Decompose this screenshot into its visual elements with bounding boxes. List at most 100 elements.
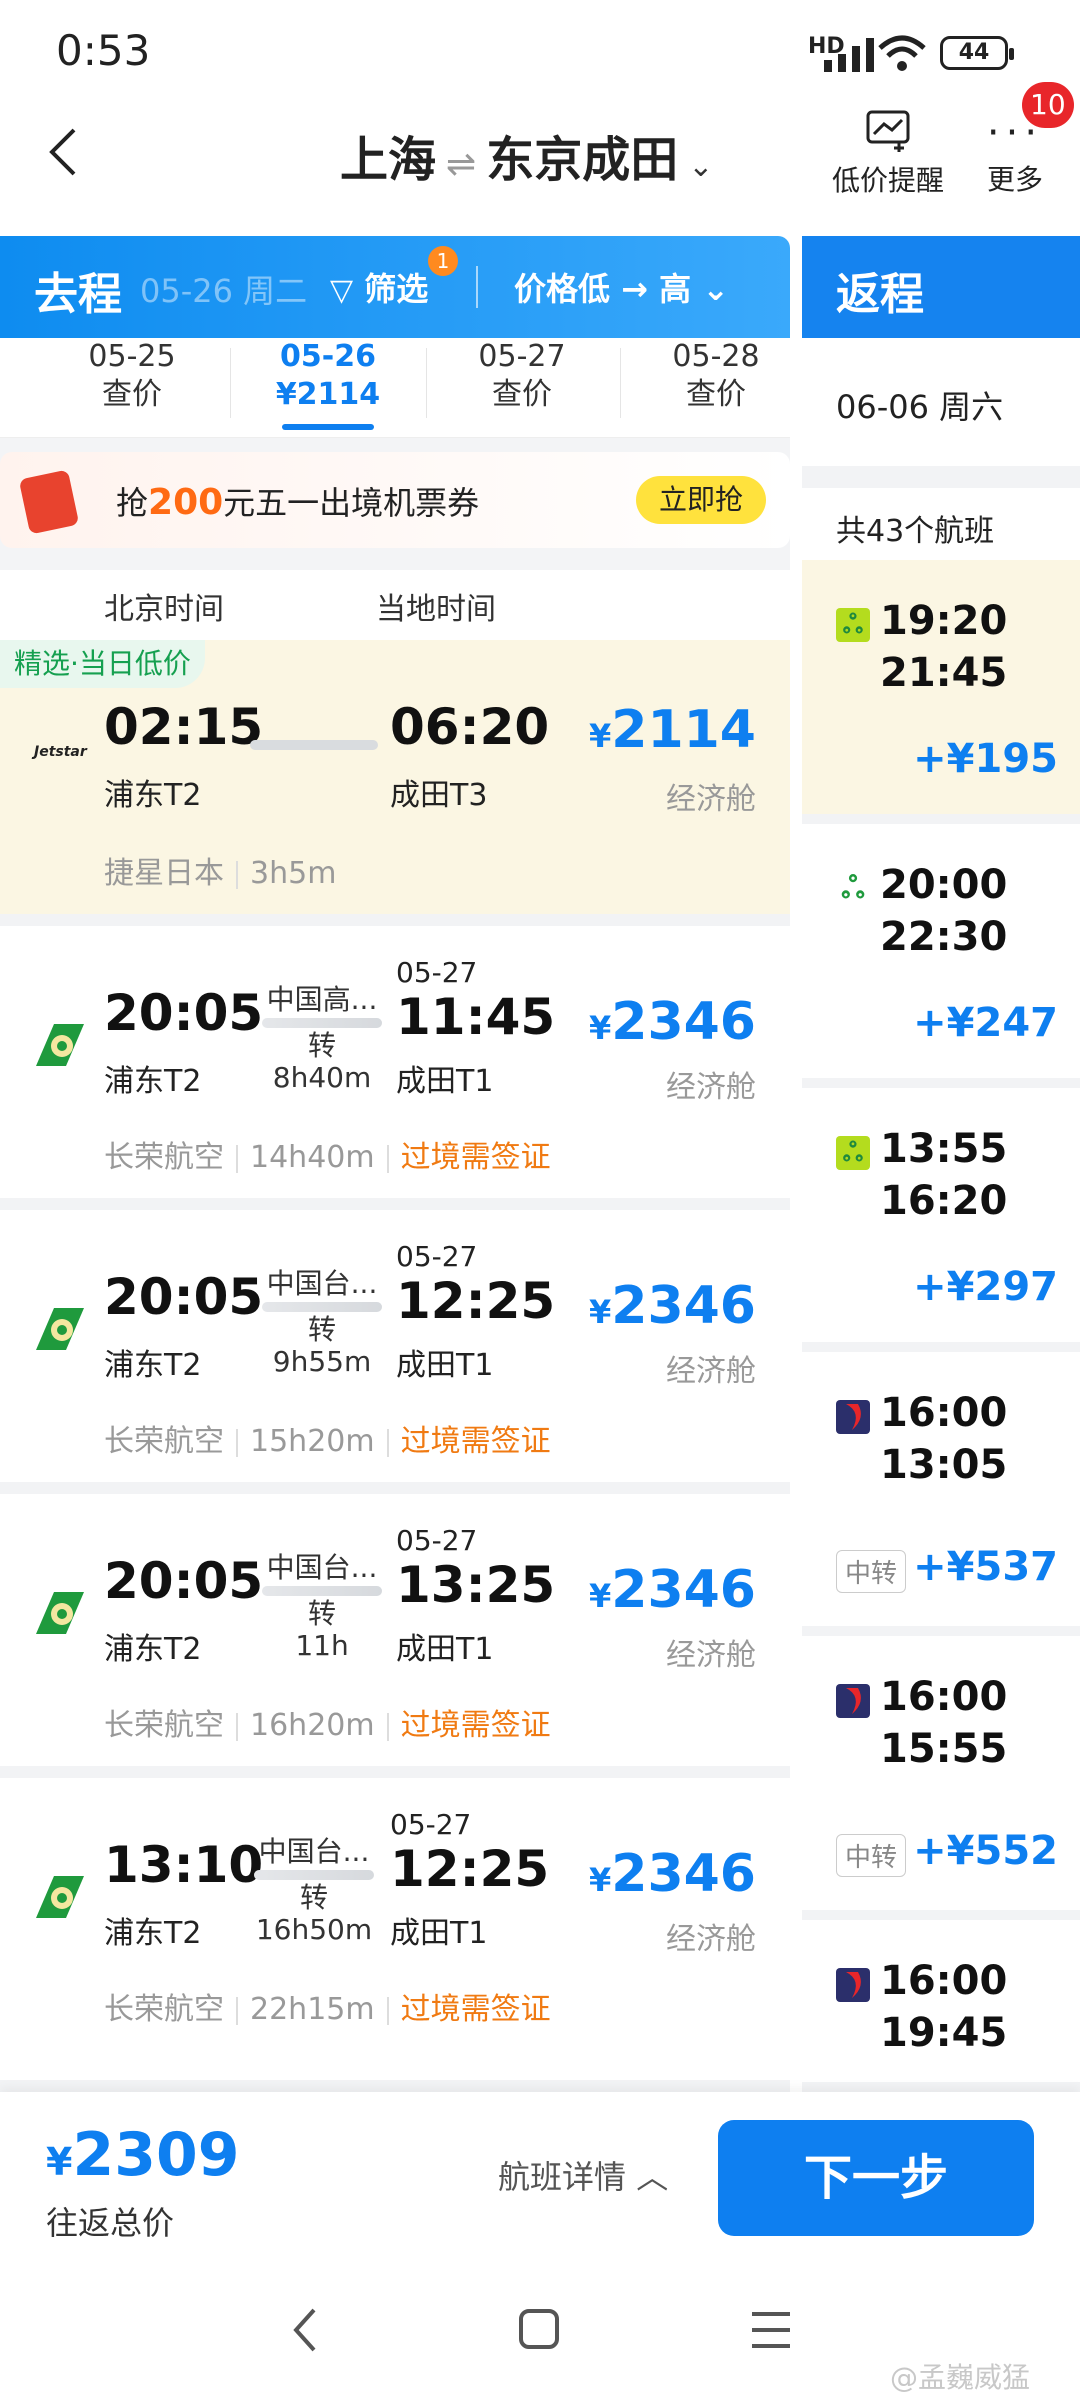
- flight-card[interactable]: 20:05 浦东T2 中国高... 转 8h40m 05-27 11:45 成田T1…: [0, 926, 790, 1210]
- return-departure-time: 20:00: [880, 862, 1008, 908]
- date-label: 05-27: [478, 339, 566, 374]
- chevron-down-icon: ⌄: [688, 149, 714, 184]
- divider: [386, 1712, 389, 1741]
- transit-info: 中国台... 转 9h55m: [262, 1268, 382, 1378]
- arrival-date: 05-27: [396, 1524, 478, 1557]
- transit-duration: 11h: [295, 1629, 349, 1662]
- arrival-terminal: 成田T1: [396, 1064, 494, 1099]
- nav-menu-icon[interactable]: [750, 2310, 792, 2350]
- chevron-up-icon: ︿: [636, 2158, 669, 2196]
- sort-dropdown[interactable]: 价格低 → 高 ⌄: [514, 264, 729, 310]
- flight-card[interactable]: 20:05 浦东T2 中国台... 转 11h 05-27 13:25 成田T1 ¥…: [0, 1494, 790, 1778]
- arrival-time: 11:45: [396, 988, 556, 1046]
- return-price-diff: +¥537: [913, 1544, 1058, 1590]
- more-button[interactable]: ··· 更多: [960, 113, 1070, 198]
- flight-duration: 15h20m: [250, 1424, 375, 1459]
- eva-air-logo-icon: [36, 1876, 84, 1918]
- swap-arrow-icon: ⇌: [446, 144, 477, 185]
- price-value: 2346: [611, 1844, 756, 1904]
- divider: [236, 1712, 238, 1741]
- divider: [236, 1144, 238, 1173]
- battery-icon: 44: [940, 36, 1014, 70]
- departure-time: 20:05: [104, 1552, 264, 1610]
- return-flight-card[interactable]: ஃ 13:55 16:20 +¥297: [802, 1088, 1080, 1352]
- promo-prefix: 抢: [116, 484, 149, 522]
- eva-air-logo-icon: [36, 1592, 84, 1634]
- flight-price: ¥2346: [589, 1276, 756, 1336]
- date-price: 查价: [492, 377, 552, 412]
- cabin-class: 经济舱: [666, 1354, 756, 1389]
- origin-city: 上海: [340, 132, 437, 188]
- arrival-time: 13:25: [396, 1556, 556, 1614]
- chevron-down-icon: ⌄: [702, 270, 730, 308]
- airline-name: 长荣航空: [104, 1424, 224, 1459]
- transit-label: 转: [307, 1597, 336, 1630]
- return-date[interactable]: 06-06 周六: [802, 338, 1080, 466]
- flight-details-toggle[interactable]: 航班详情 ︿: [498, 2152, 668, 2198]
- outbound-title: 去程: [34, 269, 122, 320]
- eva-air-logo-icon: [36, 1308, 84, 1350]
- return-flight-card[interactable]: ஃ 20:00 22:30 +¥247: [802, 824, 1080, 1088]
- price-alert-button[interactable]: 低价提醒: [824, 108, 952, 199]
- grab-coupon-button[interactable]: 立即抢: [636, 476, 766, 524]
- departure-time: 20:05: [104, 984, 264, 1042]
- filter-label: 筛选: [364, 270, 429, 308]
- flight-card[interactable]: 精选·当日低价 Jetstar 02:15 浦东T2 06:20 成田T3 ¥2…: [0, 640, 790, 926]
- date-option[interactable]: 05-25 查价: [34, 338, 230, 432]
- price-value: 2346: [611, 1276, 756, 1336]
- transit-info: 中国台... 转 16h50m: [254, 1836, 374, 1946]
- flight-price: ¥2346: [589, 992, 756, 1052]
- arrival-date: 05-27: [396, 956, 478, 989]
- flight-price: ¥2346: [589, 1560, 756, 1620]
- airline-name: 捷星日本: [104, 856, 224, 891]
- transit-label: 转: [307, 1313, 336, 1346]
- flight-duration: 22h15m: [250, 1992, 375, 2027]
- return-flight-card[interactable]: ஃ 19:20 21:45 +¥195: [802, 560, 1080, 824]
- return-flight-card[interactable]: 16:00 13:05 中转 +¥537: [802, 1352, 1080, 1636]
- flight-duration: 3h5m: [250, 856, 337, 891]
- airline-info: 捷星日本 3h5m: [104, 848, 336, 892]
- filter-button[interactable]: ▽ 筛选: [330, 264, 428, 310]
- arrival-terminal: 成田T3: [390, 778, 488, 813]
- return-flight-card[interactable]: 16:00 19:45: [802, 1920, 1080, 2092]
- date-option[interactable]: 05-27 查价: [424, 338, 620, 432]
- date-price: 查价: [686, 377, 746, 412]
- more-badge: 10: [1022, 82, 1074, 128]
- return-arrival-time: 21:45: [880, 650, 1008, 696]
- return-price-diff: +¥195: [913, 736, 1058, 782]
- flight-path-bar: [250, 740, 378, 750]
- return-tab[interactable]: 返程: [802, 236, 1080, 338]
- price-chart-icon: [866, 110, 910, 152]
- airline-name: 长荣航空: [104, 1992, 224, 2027]
- return-departure-time: 16:00: [880, 1390, 1008, 1436]
- flight-card[interactable]: 20:05 浦东T2 中国台... 转 9h55m 05-27 12:25 成田T1…: [0, 1210, 790, 1494]
- promo-text: 抢200元五一出境机票券: [116, 478, 479, 524]
- return-price-diff: +¥552: [913, 1828, 1058, 1874]
- transit-city: 中国台...: [258, 1835, 370, 1868]
- date-price: 查价: [102, 377, 162, 412]
- transit-duration: 16h50m: [255, 1913, 373, 1946]
- transit-city: 中国高...: [266, 983, 378, 1016]
- promo-banner[interactable]: 抢200元五一出境机票券 立即抢: [0, 452, 790, 548]
- flight-path-bar: [262, 1586, 382, 1596]
- flight-card[interactable]: 13:10 浦东T2 中国台... 转 16h50m 05-27 12:25 成田T…: [0, 1778, 790, 2092]
- currency-symbol: ¥: [46, 2140, 73, 2184]
- outbound-tab[interactable]: 去程 05-26 周二 ▽ 筛选 1 价格低 → 高 ⌄: [0, 236, 790, 338]
- back-icon[interactable]: [40, 122, 90, 182]
- divider: [476, 266, 478, 308]
- next-step-button[interactable]: 下一步: [718, 2120, 1034, 2236]
- nav-back-icon[interactable]: [290, 2306, 320, 2354]
- arrival-terminal: 成田T1: [396, 1348, 494, 1383]
- jetstar-logo: Jetstar: [34, 744, 87, 760]
- date-label: 05-26: [280, 339, 376, 374]
- date-option-selected[interactable]: 05-26 ¥2114: [230, 338, 426, 432]
- date-option[interactable]: 05-28 查价: [618, 338, 814, 432]
- transit-label: 转: [307, 1029, 336, 1062]
- nav-home-icon[interactable]: [518, 2308, 560, 2350]
- return-flight-card[interactable]: 16:00 15:55 中转 +¥552: [802, 1636, 1080, 1920]
- return-arrival-time: 13:05: [880, 1442, 1008, 1488]
- total-price-value: 2309: [72, 2120, 240, 2190]
- return-arrival-time: 22:30: [880, 914, 1008, 960]
- transit-duration: 8h40m: [272, 1061, 372, 1094]
- route-title[interactable]: 上海 ⇌ 东京成田 ⌄: [340, 120, 713, 190]
